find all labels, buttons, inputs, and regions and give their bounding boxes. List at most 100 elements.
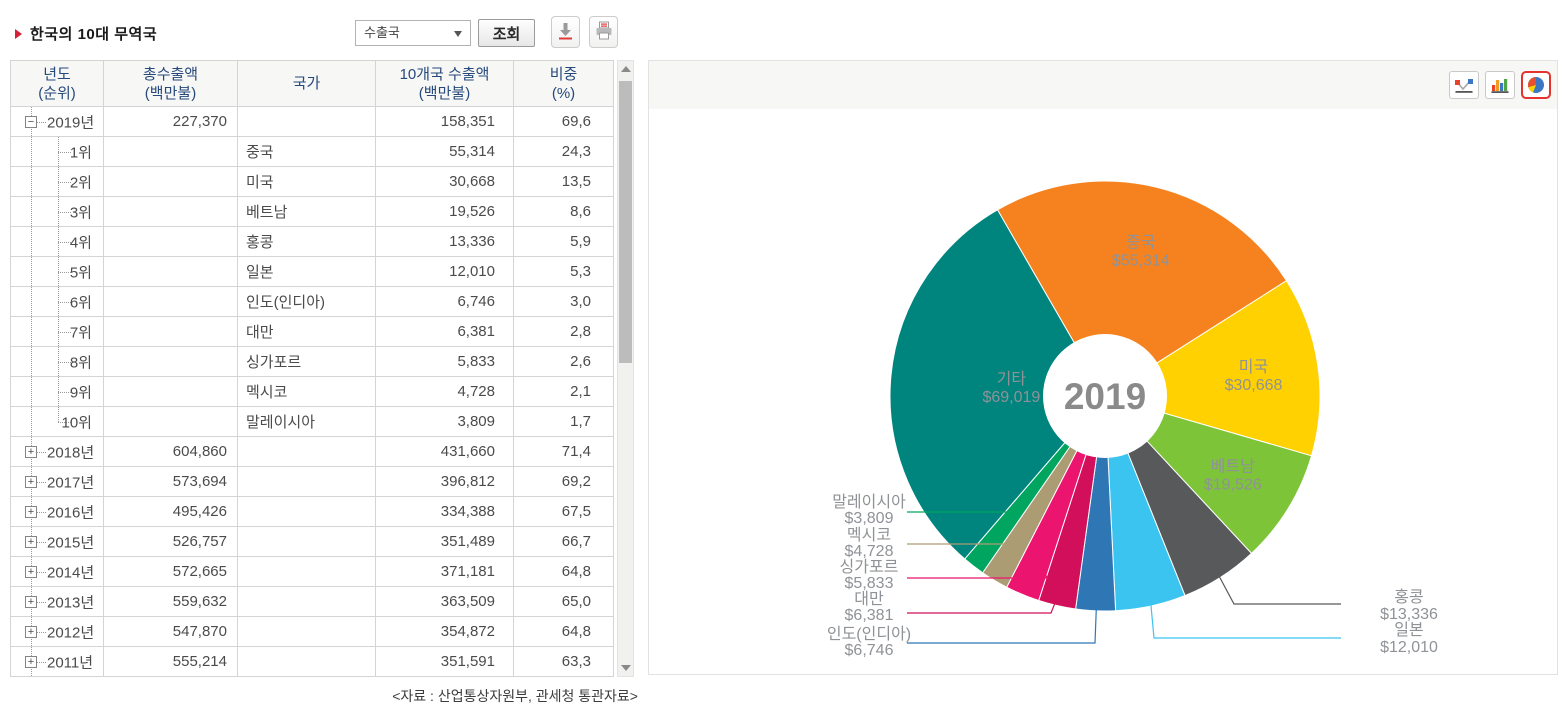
table-row: 7위 대만 6,381 2,8 bbox=[10, 316, 614, 347]
print-icon bbox=[595, 21, 613, 44]
total-exports-cell: 573,694 bbox=[103, 466, 238, 497]
slice-value-싱가포르: $5,833 bbox=[845, 575, 894, 592]
share-cell: 69,2 bbox=[513, 466, 614, 497]
rank-cell: 1위 bbox=[10, 136, 104, 167]
rank-cell: 6위 bbox=[10, 286, 104, 317]
column-header-0: 년도 (순위) bbox=[10, 60, 104, 107]
scroll-down-button[interactable] bbox=[618, 659, 633, 676]
total-exports-cell: 555,214 bbox=[103, 646, 238, 677]
year-cell: −2019년 bbox=[10, 106, 104, 137]
table-row: 3위 베트남 19,526 8,6 bbox=[10, 196, 614, 227]
download-button[interactable] bbox=[551, 16, 580, 48]
total-exports-cell: 526,757 bbox=[103, 526, 238, 557]
top10-exports-cell: 3,809 bbox=[375, 406, 514, 437]
print-button[interactable] bbox=[589, 16, 618, 48]
expand-icon[interactable]: + bbox=[25, 505, 37, 518]
table-row: 6위 인도(인디아) 6,746 3,0 bbox=[10, 286, 614, 317]
total-exports-cell bbox=[103, 346, 238, 377]
expand-icon[interactable]: + bbox=[25, 445, 37, 458]
table-row: 5위 일본 12,010 5,3 bbox=[10, 256, 614, 287]
top10-exports-cell: 334,388 bbox=[375, 496, 514, 527]
share-cell: 8,6 bbox=[513, 196, 614, 227]
year-cell: +2014년 bbox=[10, 556, 104, 587]
app-root: 한국의 10대 무역국 수출국 조회 년도 (순위) 총수출액 (백만불) 국가… bbox=[0, 0, 1564, 707]
share-cell: 71,4 bbox=[513, 436, 614, 467]
rank-cell: 4위 bbox=[10, 226, 104, 257]
page-title-text: 한국의 10대 무역국 bbox=[30, 26, 158, 43]
triangle-up-icon bbox=[621, 66, 631, 72]
scroll-up-button[interactable] bbox=[618, 61, 633, 78]
top10-exports-cell: 19,526 bbox=[375, 196, 514, 227]
total-exports-cell bbox=[103, 376, 238, 407]
share-cell: 69,6 bbox=[513, 106, 614, 137]
expand-icon[interactable]: + bbox=[25, 535, 37, 548]
share-cell: 1,7 bbox=[513, 406, 614, 437]
column-header-1: 총수출액 (백만불) bbox=[103, 60, 238, 107]
country-cell: 중국 bbox=[237, 136, 376, 167]
year-cell: +2016년 bbox=[10, 496, 104, 527]
slice-label-멕시코: 멕시코 bbox=[847, 526, 891, 544]
top10-exports-cell: 351,489 bbox=[375, 526, 514, 557]
rank-cell: 7위 bbox=[10, 316, 104, 347]
scrollbar-thumb[interactable] bbox=[619, 81, 632, 363]
table-row: +2013년 559,632 363,509 65,0 bbox=[10, 586, 614, 617]
expand-icon[interactable]: + bbox=[25, 625, 37, 638]
table-row: +2016년 495,426 334,388 67,5 bbox=[10, 496, 614, 527]
slice-label-베트남: 베트남 bbox=[1211, 458, 1255, 476]
table-row: 2위 미국 30,668 13,5 bbox=[10, 166, 614, 197]
share-cell: 2,8 bbox=[513, 316, 614, 347]
slice-label-인도(인디아): 인도(인디아) bbox=[827, 625, 911, 643]
source-note: <자료 : 산업통상자원부, 관세청 통관자료> bbox=[392, 688, 638, 704]
country-cell bbox=[237, 526, 376, 557]
country-cell: 인도(인디아) bbox=[237, 286, 376, 317]
center-year-label: 2019 bbox=[1064, 376, 1146, 417]
chart-panel: 중국 $55,314 미국 $30,668 베트남 $19,526 홍콩 $13,336 일본 $… bbox=[648, 60, 1558, 675]
country-cell: 베트남 bbox=[237, 196, 376, 227]
collapse-icon[interactable]: − bbox=[25, 115, 37, 128]
year-cell: +2018년 bbox=[10, 436, 104, 467]
slice-label-일본: 일본 bbox=[1394, 621, 1423, 639]
expand-icon[interactable]: + bbox=[25, 475, 37, 488]
column-header-4: 비중 (%) bbox=[513, 60, 614, 107]
year-cell: +2011년 bbox=[10, 646, 104, 677]
country-cell: 싱가포르 bbox=[237, 346, 376, 377]
rank-cell: 3위 bbox=[10, 196, 104, 227]
total-exports-cell bbox=[103, 316, 238, 347]
share-cell: 5,9 bbox=[513, 226, 614, 257]
top10-exports-cell: 371,181 bbox=[375, 556, 514, 587]
slice-value-중국: $55,314 bbox=[1112, 252, 1170, 269]
red-arrow-icon bbox=[15, 29, 22, 39]
table-row: +2012년 547,870 354,872 64,8 bbox=[10, 616, 614, 647]
expand-icon[interactable]: + bbox=[25, 655, 37, 668]
slice-label-중국: 중국 bbox=[1126, 234, 1155, 251]
table-scrollbar[interactable] bbox=[617, 60, 634, 677]
slice-value-일본: $12,010 bbox=[1380, 639, 1438, 656]
country-cell: 홍콩 bbox=[237, 226, 376, 257]
trade-type-select[interactable]: 수출국 bbox=[355, 20, 471, 46]
table-row: +2018년 604,860 431,660 71,4 bbox=[10, 436, 614, 467]
table-row: +2011년 555,214 351,591 63,3 bbox=[10, 646, 614, 677]
slice-value-말레이시아: $3,809 bbox=[845, 510, 894, 527]
rank-cell: 9위 bbox=[10, 376, 104, 407]
top10-exports-cell: 55,314 bbox=[375, 136, 514, 167]
top10-exports-cell: 12,010 bbox=[375, 256, 514, 287]
trade-table-header: 년도 (순위) 총수출액 (백만불) 국가 10개국 수출액 (백만불) 비중 (%) bbox=[10, 60, 614, 107]
top10-exports-cell: 30,668 bbox=[375, 166, 514, 197]
table-row: 4위 홍콩 13,336 5,9 bbox=[10, 226, 614, 257]
year-cell: +2012년 bbox=[10, 616, 104, 647]
top10-exports-cell: 354,872 bbox=[375, 616, 514, 647]
table-row: −2019년 227,370 158,351 69,6 bbox=[10, 106, 614, 137]
top10-exports-cell: 5,833 bbox=[375, 346, 514, 377]
country-cell: 멕시코 bbox=[237, 376, 376, 407]
total-exports-cell bbox=[103, 196, 238, 227]
column-header-2: 국가 bbox=[237, 60, 376, 107]
expand-icon[interactable]: + bbox=[25, 595, 37, 608]
slice-label-미국: 미국 bbox=[1239, 358, 1268, 376]
country-cell: 대만 bbox=[237, 316, 376, 347]
expand-icon[interactable]: + bbox=[25, 565, 37, 578]
query-button[interactable]: 조회 bbox=[478, 19, 535, 47]
table-row: +2017년 573,694 396,812 69,2 bbox=[10, 466, 614, 497]
slice-label-기타: 기타 bbox=[997, 370, 1027, 388]
share-cell: 2,1 bbox=[513, 376, 614, 407]
triangle-down-icon bbox=[621, 665, 631, 671]
